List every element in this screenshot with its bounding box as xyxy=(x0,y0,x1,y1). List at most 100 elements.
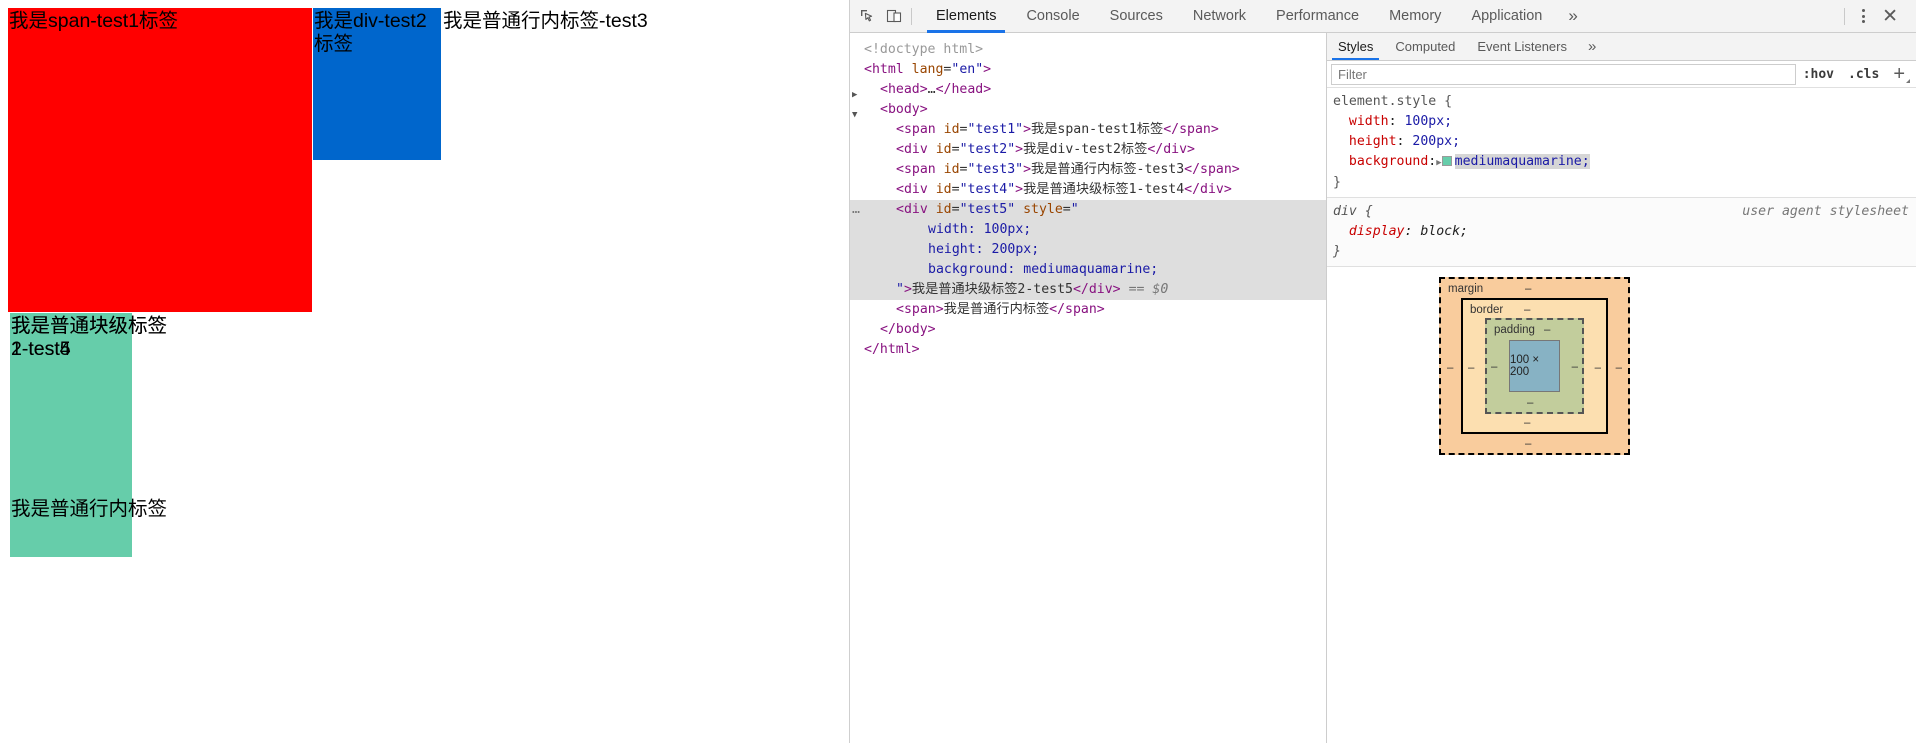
ua-prop-display-name: display xyxy=(1348,224,1405,239)
plus-icon: + xyxy=(1893,63,1905,85)
styles-more-tabs-icon[interactable]: » xyxy=(1578,33,1606,60)
element-style-selector: element.style { xyxy=(1333,94,1453,109)
inspect-element-icon[interactable] xyxy=(859,8,875,24)
box-model-border-left[interactable]: – xyxy=(1468,362,1474,374)
dom-line-content: <div id="test2">我是div-test2标签</div> xyxy=(896,142,1195,157)
box-model-border-right[interactable]: – xyxy=(1595,362,1601,374)
prop-background-value[interactable]: mediumaquamarine; xyxy=(1454,154,1590,169)
new-style-rule-button[interactable]: + xyxy=(1886,64,1912,84)
box-model-margin-top[interactable]: – xyxy=(1525,283,1531,295)
prop-width-name[interactable]: width xyxy=(1349,114,1389,129)
dom-line-content: width: 100px; xyxy=(928,222,1032,237)
dom-tree-line[interactable]: ▶ <head>…</head> xyxy=(850,80,1326,100)
dom-tree-line[interactable]: <div id="test2">我是div-test2标签</div> xyxy=(850,140,1326,160)
tab-sources[interactable]: Sources xyxy=(1095,0,1178,33)
box-model-content[interactable]: 100 × 200 xyxy=(1509,340,1560,392)
tab-performance[interactable]: Performance xyxy=(1261,0,1374,33)
dom-tree-top: <!doctype html> <html lang="en"> ▶ <head>…<… xyxy=(850,40,1326,200)
dom-tree-line[interactable]: <span id="test1">我是span-test1标签</span> xyxy=(850,120,1326,140)
tab-sources-label: Sources xyxy=(1109,8,1163,24)
tab-application-label: Application xyxy=(1471,8,1543,24)
ua-prop-display-value: block; xyxy=(1420,224,1468,239)
styles-pane: Styles Computed Event Listeners » Filter… xyxy=(1327,33,1916,743)
ua-rule-close-brace: } xyxy=(1333,244,1341,259)
box-model-padding-right[interactable]: – xyxy=(1572,361,1578,373)
hov-toggle[interactable]: :hov xyxy=(1796,67,1841,82)
toolbar-icon-group xyxy=(850,8,902,24)
tab-styles[interactable]: Styles xyxy=(1327,33,1384,60)
box-model-margin-right[interactable]: – xyxy=(1616,362,1622,374)
dom-tree-line[interactable]: <div id="test4">我是普通块级标签1-test4</div> xyxy=(850,180,1326,200)
box-model-border-label: border xyxy=(1470,304,1504,316)
box-model-area: margin – – – – border – – – – padding – … xyxy=(1327,267,1916,527)
dom-line-content: </body> xyxy=(880,322,936,337)
prop-height-name[interactable]: height xyxy=(1349,134,1397,149)
prop-height-value[interactable]: 200px; xyxy=(1412,134,1460,149)
dom-line-content: <span id="test1">我是span-test1标签</span> xyxy=(896,122,1219,137)
span-test1-box xyxy=(8,8,312,312)
dom-line-content: ">我是普通块级标签2-test5</div> == $0 xyxy=(896,282,1169,297)
dom-line-content: <span id="test3">我是普通行内标签-test3</span> xyxy=(896,162,1240,177)
dom-tree-line[interactable]: … <div id="test5" style=" xyxy=(850,200,1326,220)
tab-computed-label: Computed xyxy=(1395,39,1456,54)
dom-tree-line[interactable]: background: mediumaquamarine; xyxy=(850,260,1326,280)
div-test2-text: 我是div-test2标签 xyxy=(314,10,427,55)
tab-network[interactable]: Network xyxy=(1178,0,1261,33)
box-model-margin-bottom[interactable]: – xyxy=(1525,438,1531,450)
dom-tree-line[interactable]: <span>我是普通行内标签</span> xyxy=(850,300,1326,320)
tab-event-listeners[interactable]: Event Listeners xyxy=(1466,33,1578,60)
user-agent-div-rule: div {user agent stylesheet display: bloc… xyxy=(1327,197,1916,267)
page-body: 我是span-test1标签 我是div-test2标签 我是普通行内标签-te… xyxy=(0,0,849,557)
dom-tree-line[interactable]: </body> xyxy=(850,320,1326,340)
toolbar-separator xyxy=(911,7,912,25)
tab-computed[interactable]: Computed xyxy=(1384,33,1466,60)
span-test3-text: 我是普通行内标签-test3 xyxy=(443,10,648,32)
color-swatch-icon[interactable] xyxy=(1441,156,1452,166)
node-ellipsis-icon[interactable]: … xyxy=(852,200,861,220)
devtools-panel: Elements Console Sources Network Perform… xyxy=(850,0,1916,743)
dom-tree-line[interactable]: <html lang="en"> xyxy=(850,60,1326,80)
elements-tree-pane[interactable]: <!doctype html> <html lang="en"> ▶ <head>…<… xyxy=(850,33,1327,743)
box-model-padding-bottom[interactable]: – xyxy=(1527,397,1533,409)
box-model-margin-left[interactable]: – xyxy=(1447,362,1453,374)
dom-tree-line[interactable]: height: 200px; xyxy=(850,240,1326,260)
devtools-tabs: Elements Console Sources Network Perform… xyxy=(921,0,1589,33)
cls-toggle[interactable]: .cls xyxy=(1841,67,1886,82)
device-toolbar-icon[interactable] xyxy=(886,8,902,24)
dom-tree-selected-node[interactable]: … <div id="test5" style=" width: 100px; hei… xyxy=(850,200,1326,300)
box-model-diagram[interactable]: margin – – – – border – – – – padding – … xyxy=(1439,277,1630,455)
dom-line-content: <span>我是普通行内标签</span> xyxy=(896,302,1105,317)
box-model-padding-top[interactable]: – xyxy=(1544,324,1550,336)
prop-width-value[interactable]: 100px; xyxy=(1404,114,1452,129)
styles-filter-input[interactable]: Filter xyxy=(1331,63,1796,85)
dom-line-content: background: mediumaquamarine; xyxy=(928,262,1159,277)
dom-tree-line[interactable]: width: 100px; xyxy=(850,220,1326,240)
toolbar-right-controls: ✕ xyxy=(1837,3,1916,30)
tab-memory[interactable]: Memory xyxy=(1374,0,1456,33)
tab-elements-label: Elements xyxy=(936,8,997,24)
tab-network-label: Network xyxy=(1192,8,1247,24)
prop-background-name[interactable]: background xyxy=(1349,154,1428,169)
dom-line-content: <body> xyxy=(880,102,928,117)
styles-filter-bar: Filter :hov .cls + xyxy=(1327,61,1916,88)
dom-tree-line[interactable]: ">我是普通块级标签2-test5</div> == $0 xyxy=(850,280,1326,300)
dom-line-content: height: 200px; xyxy=(928,242,1040,257)
span-plain-text: 我是普通行内标签 xyxy=(11,498,168,520)
dom-tree-line[interactable]: <!doctype html> xyxy=(850,40,1326,60)
close-icon[interactable]: ✕ xyxy=(1875,3,1905,30)
tab-memory-label: Memory xyxy=(1389,8,1442,24)
element-style-rule[interactable]: element.style { width: 100px; height: 20… xyxy=(1327,88,1916,197)
tab-elements[interactable]: Elements xyxy=(921,0,1011,33)
dom-tree-line[interactable]: </html> xyxy=(850,340,1326,360)
kebab-menu-icon[interactable] xyxy=(1856,3,1871,29)
tab-console[interactable]: Console xyxy=(1011,0,1094,33)
box-model-border-bottom[interactable]: – xyxy=(1524,417,1530,429)
ua-rule-selector: div { xyxy=(1333,204,1373,219)
box-model-padding-left[interactable]: – xyxy=(1491,361,1497,373)
dom-tree-line[interactable]: ▼ <body> xyxy=(850,100,1326,120)
box-model-border-top[interactable]: – xyxy=(1524,304,1530,316)
more-tabs-icon[interactable]: » xyxy=(1557,0,1588,33)
tab-console-label: Console xyxy=(1026,8,1080,24)
tab-application[interactable]: Application xyxy=(1456,0,1557,33)
dom-tree-line[interactable]: <span id="test3">我是普通行内标签-test3</span> xyxy=(850,160,1326,180)
